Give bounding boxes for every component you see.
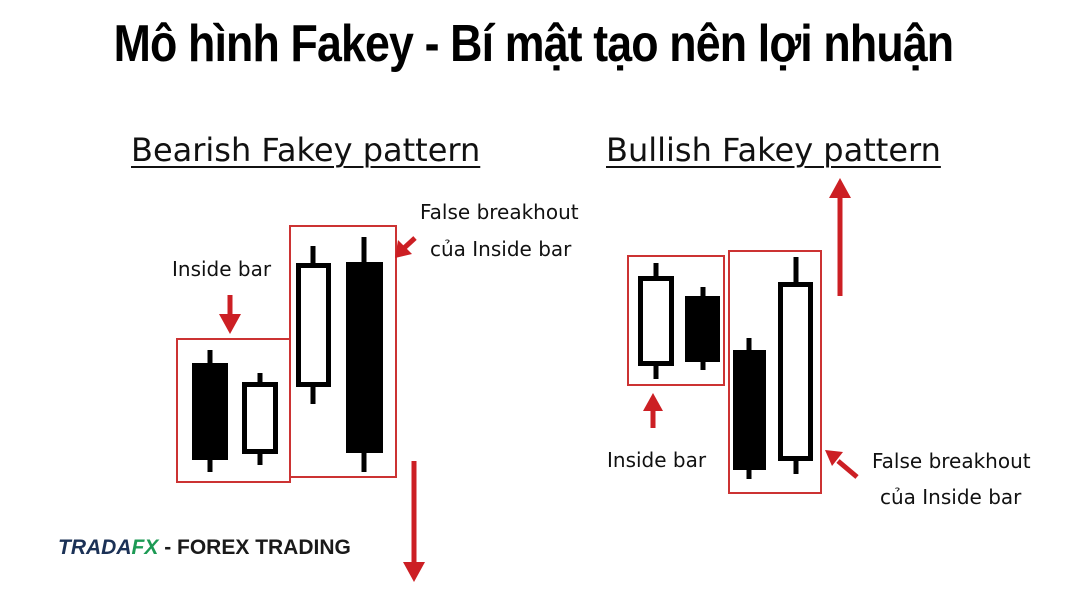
bearish-breakout-arrow	[395, 236, 417, 258]
bearish-reversal-candle	[346, 237, 383, 472]
bearish-inside-candle	[242, 373, 278, 465]
bullish-breakout-arrow	[825, 450, 859, 479]
fakey-diagram	[176, 178, 859, 582]
brand-logo-part1: TRADA	[58, 536, 132, 559]
brand-logo: TRADAFX - FOREX TRADING	[58, 536, 351, 560]
brand-tagline: - FOREX TRADING	[164, 536, 351, 559]
bullish-reversal-candle	[778, 257, 813, 474]
bullish-inside-bar-arrow	[643, 393, 663, 428]
bearish-mother-candle	[192, 350, 228, 472]
bullish-inside-candle	[685, 287, 720, 370]
bearish-inside-bar-arrow	[219, 295, 241, 334]
bullish-up-arrow	[829, 178, 851, 296]
bullish-mother-candle	[638, 263, 674, 379]
bearish-down-arrow	[403, 461, 425, 582]
brand-logo-part2: FX	[131, 536, 159, 559]
bullish-breakout-down-candle	[733, 338, 766, 479]
bearish-breakout-up-candle	[296, 246, 331, 404]
